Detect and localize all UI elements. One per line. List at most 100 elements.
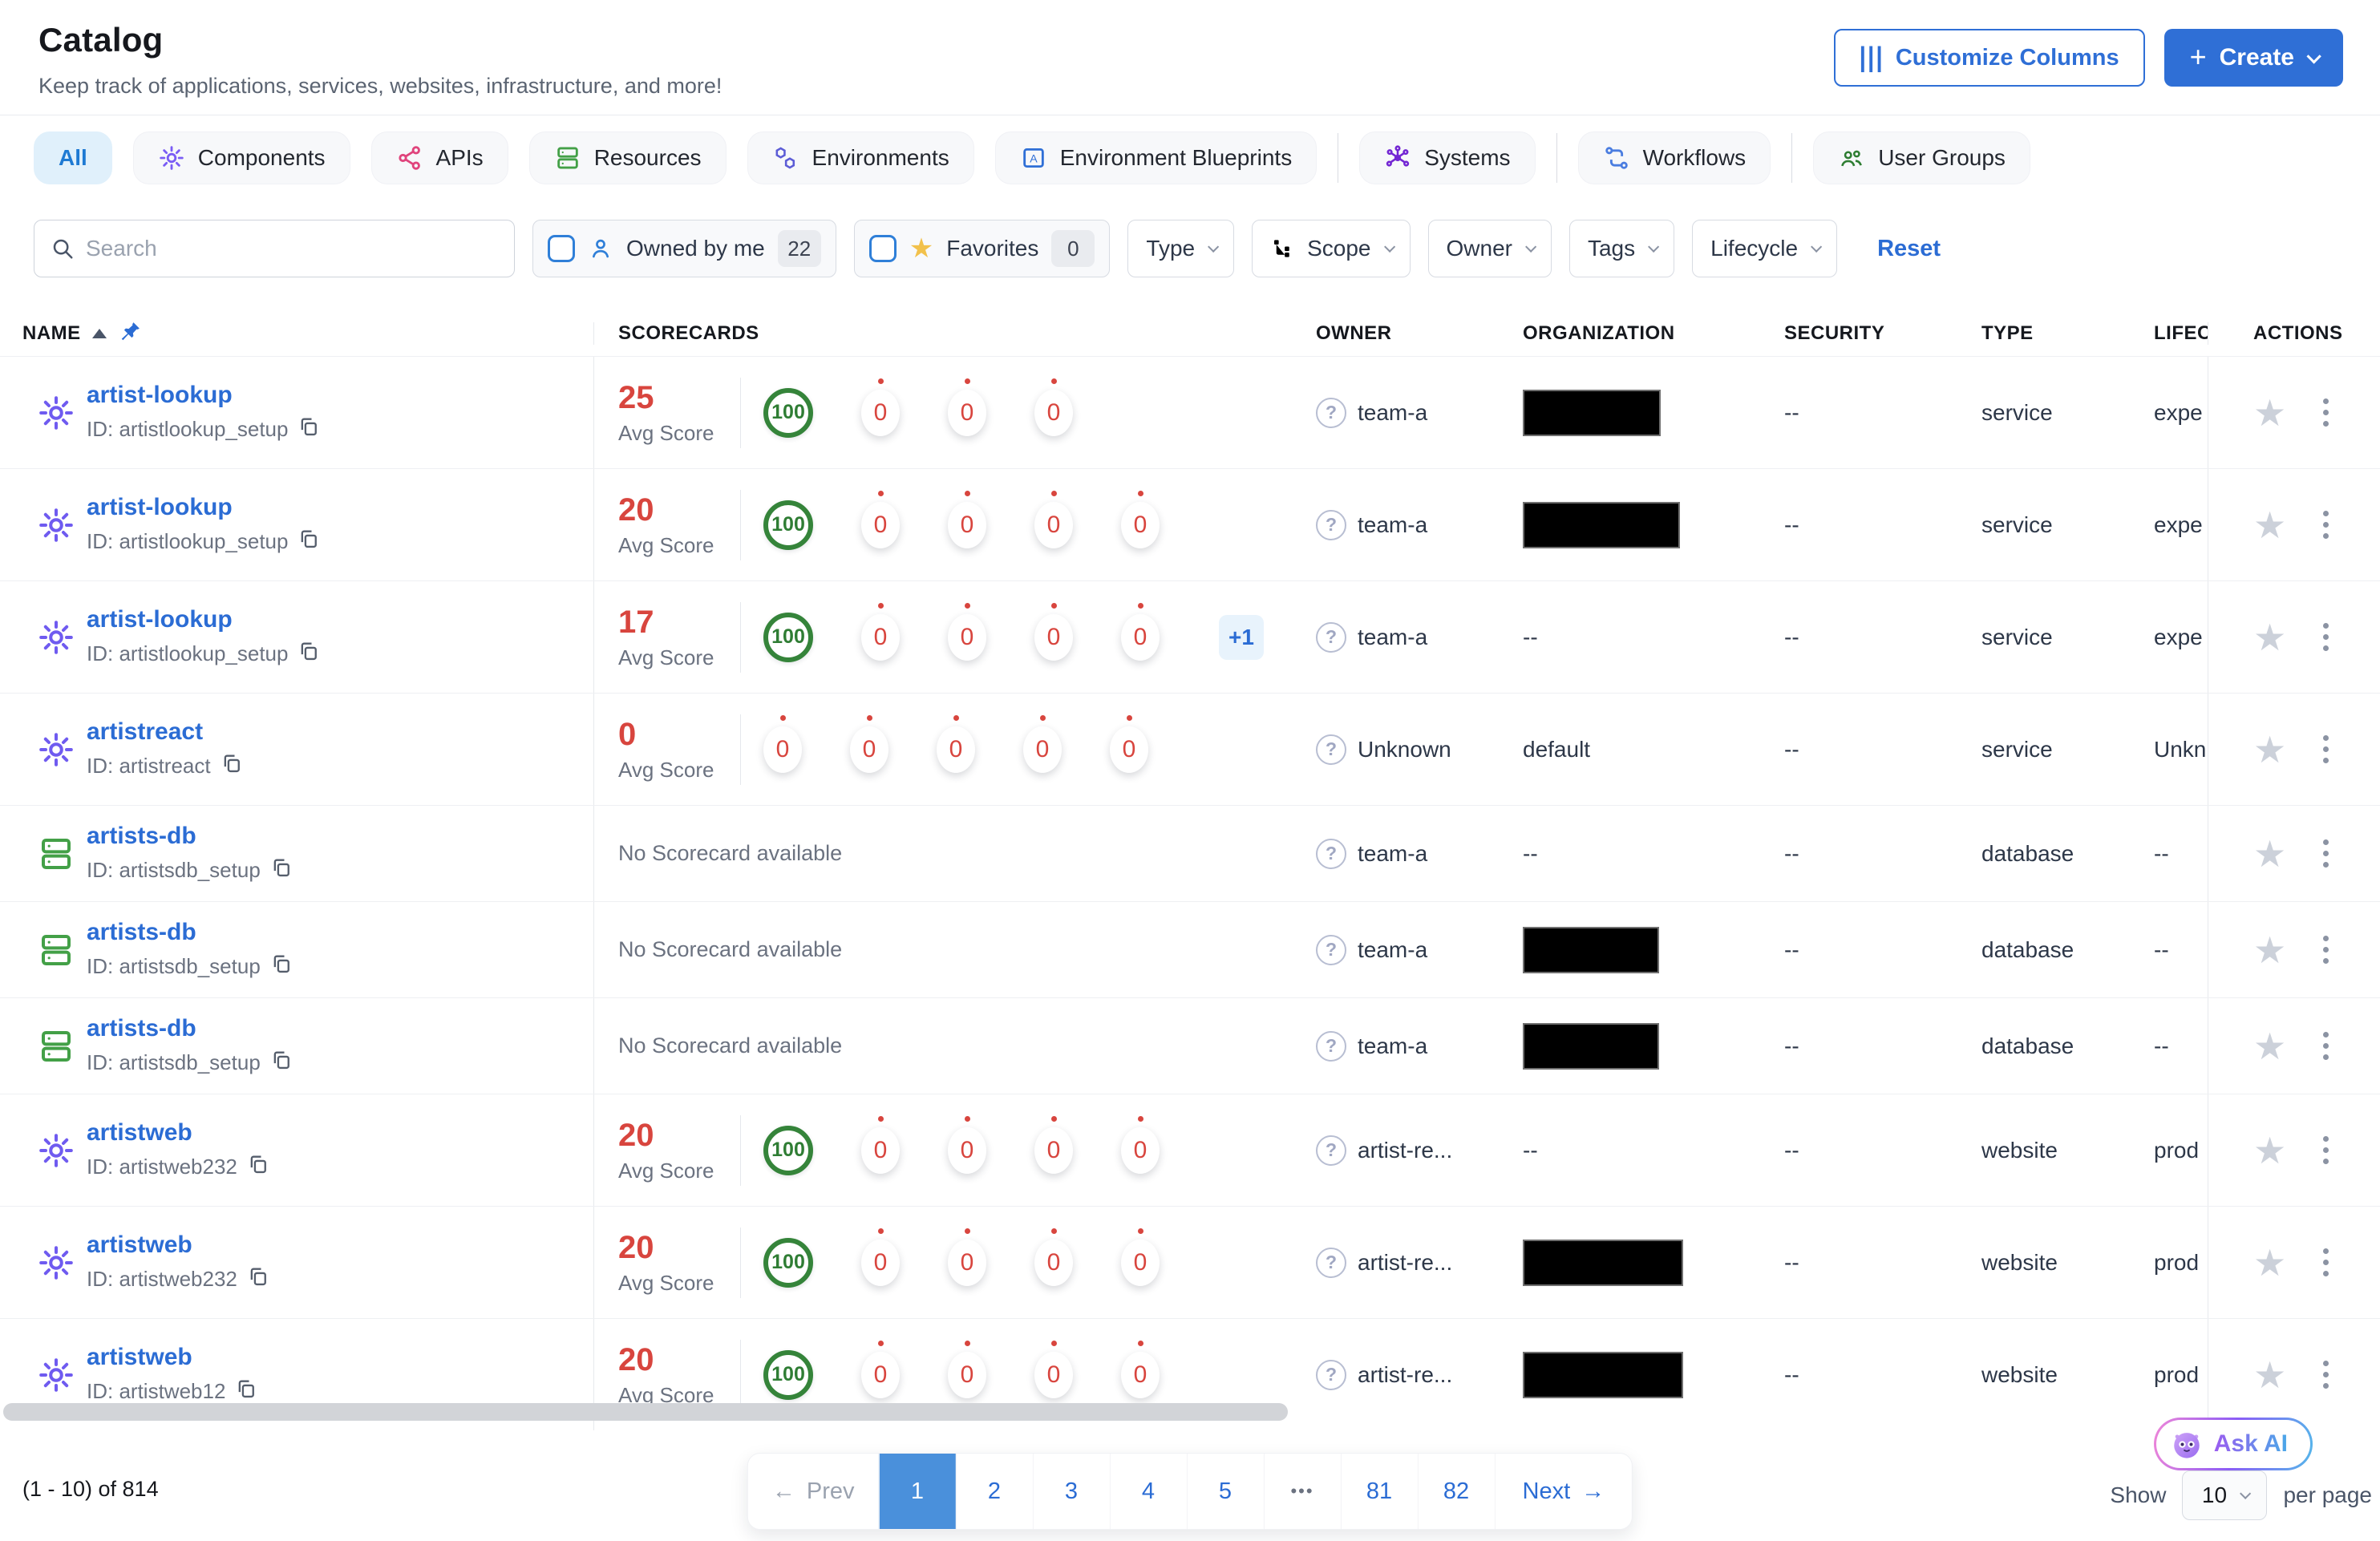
prev-page-button[interactable]: ←Prev (748, 1454, 879, 1529)
tab-user-groups[interactable]: User Groups (1813, 131, 2030, 184)
tab-all[interactable]: All (34, 131, 112, 184)
scope-filter-dropdown[interactable]: Scope (1252, 220, 1410, 277)
horizontal-scrollbar[interactable] (3, 1403, 1288, 1421)
page-size-select[interactable]: 10 (2182, 1470, 2267, 1520)
scorecard-fail-badge[interactable]: 0 (1034, 1127, 1073, 1174)
search-box[interactable] (34, 220, 515, 277)
entity-name-link[interactable]: artists-db (87, 823, 293, 850)
search-input[interactable] (86, 236, 498, 261)
favorite-star-button[interactable]: ★ (2253, 507, 2286, 544)
copy-icon[interactable] (270, 953, 293, 981)
page-button-5[interactable]: 5 (1187, 1454, 1264, 1529)
row-menu-button[interactable] (2318, 1356, 2333, 1393)
ask-ai-button[interactable]: Ask AI (2154, 1418, 2313, 1470)
favorite-star-button[interactable]: ★ (2253, 731, 2286, 768)
favorite-star-button[interactable]: ★ (2253, 835, 2286, 872)
scorecard-fail-badge[interactable]: 0 (1034, 614, 1073, 661)
scorecard-fail-badge[interactable]: 0 (1121, 1240, 1160, 1286)
scorecard-fail-badge[interactable]: 0 (948, 1127, 986, 1174)
owner-filter-dropdown[interactable]: Owner (1428, 220, 1552, 277)
scorecard-fail-badge[interactable]: 0 (1110, 726, 1148, 773)
reset-filters-link[interactable]: Reset (1877, 236, 1941, 262)
entity-name-link[interactable]: artistweb (87, 1232, 269, 1259)
entity-name-link[interactable]: artistreact (87, 718, 243, 746)
page-button-82[interactable]: 82 (1418, 1454, 1495, 1529)
scorecard-fail-badge[interactable]: 0 (861, 502, 900, 548)
scorecard-fail-badge[interactable]: 0 (850, 726, 888, 773)
row-menu-button[interactable] (2318, 1131, 2333, 1169)
favorite-star-button[interactable]: ★ (2253, 1028, 2286, 1065)
scorecard-fail-badge[interactable]: 0 (1034, 502, 1073, 548)
more-scorecards-badge[interactable]: +1 (1219, 615, 1264, 660)
scorecard-fail-badge[interactable]: 0 (861, 390, 900, 436)
copy-icon[interactable] (221, 752, 243, 780)
entity-name-link[interactable]: artistweb (87, 1344, 257, 1371)
scorecard-fail-badge[interactable]: 0 (948, 614, 986, 661)
page-button-4[interactable]: 4 (1110, 1454, 1187, 1529)
entity-name-link[interactable]: artist-lookup (87, 494, 320, 521)
column-header-name[interactable]: NAME (0, 320, 593, 348)
page-button-2[interactable]: 2 (956, 1454, 1033, 1529)
page-button-81[interactable]: 81 (1341, 1454, 1418, 1529)
scorecard-fail-badge[interactable]: 0 (1121, 614, 1160, 661)
page-ellipsis[interactable]: ••• (1264, 1454, 1341, 1529)
row-menu-button[interactable] (2318, 394, 2333, 431)
tab-components[interactable]: Components (133, 131, 350, 184)
owned-by-me-filter[interactable]: Owned by me 22 (532, 220, 836, 277)
scorecard-fail-badge[interactable]: 0 (861, 614, 900, 661)
scorecard-fail-badge[interactable]: 0 (1121, 502, 1160, 548)
favorites-checkbox[interactable] (869, 235, 897, 262)
entity-name-link[interactable]: artistweb (87, 1119, 269, 1147)
row-menu-button[interactable] (2318, 835, 2333, 872)
customize-columns-button[interactable]: ||| Customize Columns (1834, 29, 2145, 87)
entity-name-link[interactable]: artist-lookup (87, 382, 320, 409)
tab-systems[interactable]: Systems (1359, 131, 1535, 184)
copy-icon[interactable] (247, 1265, 269, 1293)
tab-environment-blueprints[interactable]: AEnvironment Blueprints (995, 131, 1317, 184)
copy-icon[interactable] (235, 1377, 257, 1406)
favorite-star-button[interactable]: ★ (2253, 932, 2286, 969)
entity-name-link[interactable]: artists-db (87, 919, 293, 946)
favorite-star-button[interactable]: ★ (2253, 619, 2286, 656)
tab-workflows[interactable]: Workflows (1578, 131, 1771, 184)
scorecard-fail-badge[interactable]: 0 (948, 1240, 986, 1286)
row-menu-button[interactable] (2318, 618, 2333, 656)
scorecard-fail-badge[interactable]: 0 (937, 726, 975, 773)
entity-name-link[interactable]: artists-db (87, 1015, 293, 1042)
favorite-star-button[interactable]: ★ (2253, 1132, 2286, 1169)
scorecard-pass-badge[interactable]: 100 (763, 1126, 813, 1175)
scorecard-pass-badge[interactable]: 100 (763, 388, 813, 438)
scorecard-fail-badge[interactable]: 0 (1034, 390, 1073, 436)
favorites-filter[interactable]: ★ Favorites 0 (854, 220, 1111, 277)
scorecard-fail-badge[interactable]: 0 (1034, 1240, 1073, 1286)
page-button-1[interactable]: 1 (879, 1454, 956, 1529)
scorecard-pass-badge[interactable]: 100 (763, 1350, 813, 1400)
tab-resources[interactable]: Resources (529, 131, 727, 184)
page-button-3[interactable]: 3 (1033, 1454, 1110, 1529)
owned-by-me-checkbox[interactable] (548, 235, 575, 262)
row-menu-button[interactable] (2318, 730, 2333, 768)
row-menu-button[interactable] (2318, 506, 2333, 544)
tags-filter-dropdown[interactable]: Tags (1569, 220, 1674, 277)
scorecard-pass-badge[interactable]: 100 (763, 1238, 813, 1288)
scorecard-fail-badge[interactable]: 0 (948, 1352, 986, 1398)
next-page-button[interactable]: Next→ (1495, 1454, 1633, 1529)
scorecard-fail-badge[interactable]: 0 (763, 726, 802, 773)
scorecard-fail-badge[interactable]: 0 (1034, 1352, 1073, 1398)
entity-name-link[interactable]: artist-lookup (87, 606, 320, 633)
row-menu-button[interactable] (2318, 1244, 2333, 1281)
scorecard-pass-badge[interactable]: 100 (763, 500, 813, 550)
type-filter-dropdown[interactable]: Type (1127, 220, 1234, 277)
copy-icon[interactable] (298, 415, 320, 443)
create-button[interactable]: + Create (2164, 29, 2343, 87)
copy-icon[interactable] (298, 640, 320, 668)
pin-icon[interactable] (118, 320, 142, 348)
scorecard-fail-badge[interactable]: 0 (948, 502, 986, 548)
tab-apis[interactable]: APIs (371, 131, 508, 184)
scorecard-fail-badge[interactable]: 0 (1121, 1127, 1160, 1174)
copy-icon[interactable] (270, 856, 293, 884)
row-menu-button[interactable] (2318, 1027, 2333, 1065)
favorite-star-button[interactable]: ★ (2253, 394, 2286, 431)
copy-icon[interactable] (270, 1049, 293, 1077)
scorecard-fail-badge[interactable]: 0 (861, 1127, 900, 1174)
